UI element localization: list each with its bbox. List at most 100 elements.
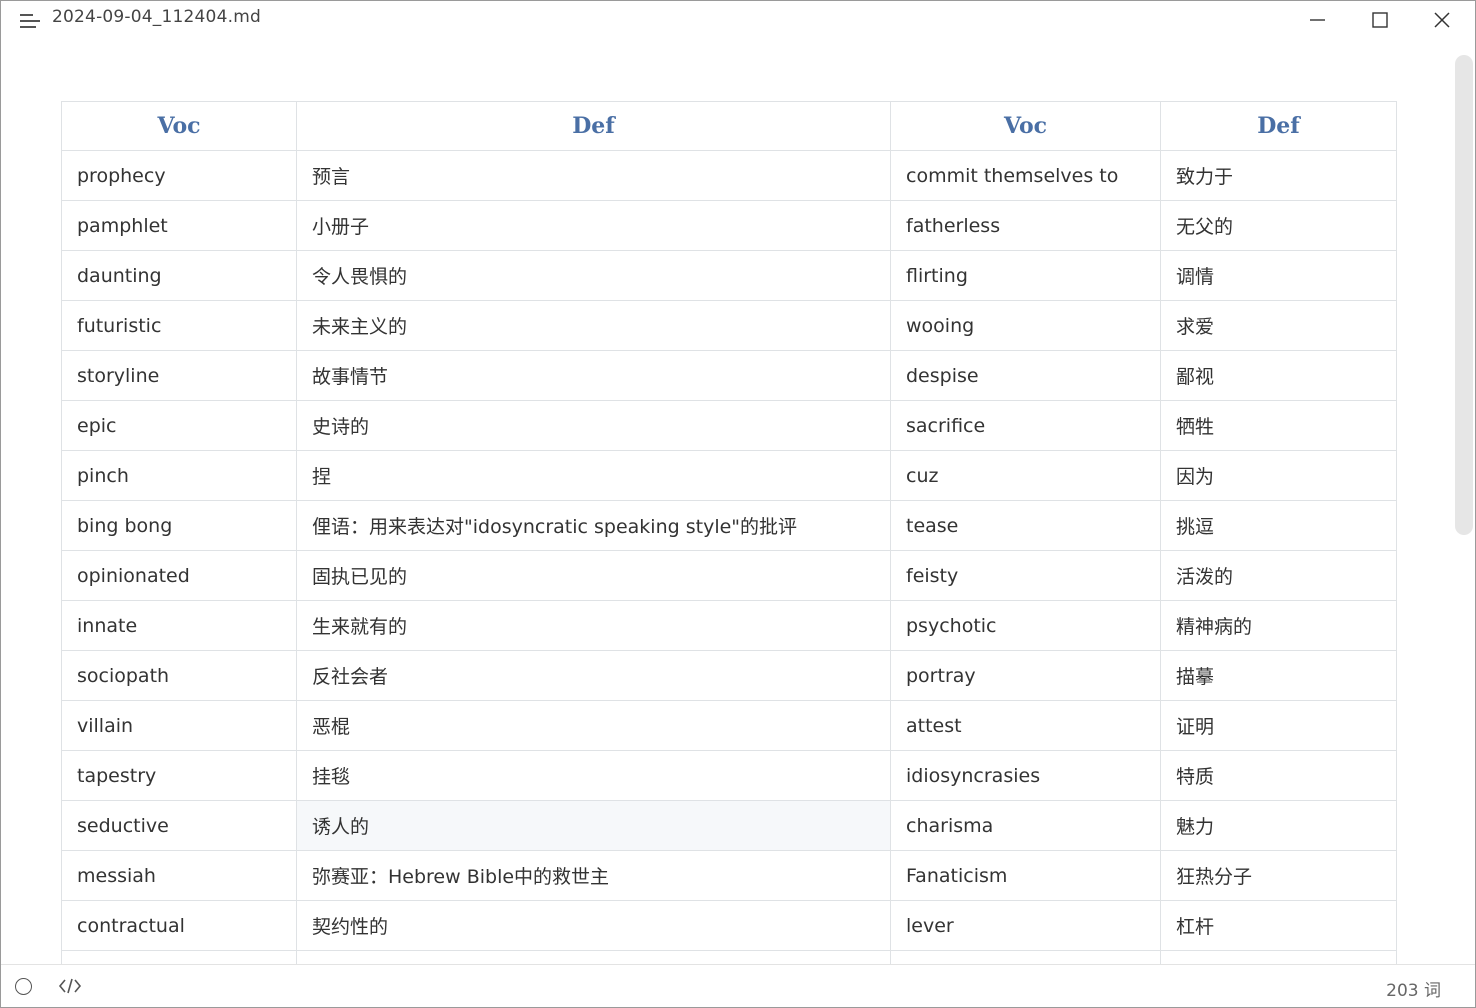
definition-cell[interactable]: 无父的 bbox=[1160, 200, 1397, 251]
vocabulary-cell[interactable]: feisty bbox=[890, 550, 1161, 601]
header-voc[interactable]: Voc bbox=[890, 101, 1161, 151]
vocabulary-cell[interactable]: tease bbox=[890, 500, 1161, 551]
vocabulary-cell[interactable]: villain bbox=[61, 700, 297, 751]
definition-cell[interactable]: 俚语：用来表达对"idosyncratic speaking style"的批评 bbox=[296, 500, 891, 551]
table-row: sociopath 反社会者 portray 描摹 bbox=[61, 650, 1397, 701]
vocabulary-cell[interactable]: storyline bbox=[61, 350, 297, 401]
definition-cell[interactable]: 契约性的 bbox=[296, 900, 891, 951]
definition-cell[interactable]: 捏 bbox=[296, 450, 891, 501]
table-row: pamphlet 小册子 fatherless 无父的 bbox=[61, 200, 1397, 251]
definition-cell[interactable] bbox=[296, 950, 891, 964]
header-def[interactable]: Def bbox=[1160, 101, 1397, 151]
vocabulary-cell[interactable]: tapestry bbox=[61, 750, 297, 801]
vocabulary-cell[interactable]: messiah bbox=[61, 850, 297, 901]
definition-cell[interactable]: 未来主义的 bbox=[296, 300, 891, 351]
vocabulary-cell[interactable] bbox=[890, 950, 1161, 964]
close-icon bbox=[1434, 12, 1450, 28]
vocabulary-cell[interactable]: attest bbox=[890, 700, 1161, 751]
vocabulary-cell[interactable]: commit themselves to bbox=[890, 150, 1161, 201]
vocabulary-cell[interactable]: idiosyncrasies bbox=[890, 750, 1161, 801]
definition-cell[interactable]: 致力于 bbox=[1160, 150, 1397, 201]
vocabulary-cell[interactable]: despise bbox=[890, 350, 1161, 401]
definition-cell[interactable]: 令人畏惧的 bbox=[296, 250, 891, 301]
vocabulary-cell[interactable]: charisma bbox=[890, 800, 1161, 851]
maximize-button[interactable] bbox=[1350, 1, 1410, 39]
header-voc[interactable]: Voc bbox=[61, 101, 297, 151]
vocabulary-cell[interactable]: pinch bbox=[61, 450, 297, 501]
vocabulary-cell[interactable]: Fanaticism bbox=[890, 850, 1161, 901]
minimize-icon bbox=[1310, 19, 1325, 21]
vocabulary-cell[interactable]: contractual bbox=[61, 900, 297, 951]
vocabulary-cell[interactable]: prophecy bbox=[61, 150, 297, 201]
vocabulary-cell[interactable]: fatherless bbox=[890, 200, 1161, 251]
editor-window: 2024-09-04_112404.md Voc Def Voc Def pro… bbox=[0, 0, 1476, 1008]
vocabulary-cell[interactable]: cuz bbox=[890, 450, 1161, 501]
status-bar: 203 词 bbox=[1, 964, 1475, 1007]
close-button[interactable] bbox=[1412, 1, 1472, 39]
vocabulary-cell[interactable]: futuristic bbox=[61, 300, 297, 351]
vocabulary-cell[interactable]: seductive bbox=[61, 800, 297, 851]
table-row: innate 生来就有的 psychotic 精神病的 bbox=[61, 600, 1397, 651]
definition-cell[interactable]: 描摹 bbox=[1160, 650, 1397, 701]
definition-cell[interactable]: 调情 bbox=[1160, 250, 1397, 301]
vocabulary-cell[interactable] bbox=[61, 950, 297, 964]
definition-cell[interactable]: 鄙视 bbox=[1160, 350, 1397, 401]
definition-cell[interactable]: 反社会者 bbox=[296, 650, 891, 701]
vocabulary-cell[interactable]: opinionated bbox=[61, 550, 297, 601]
table-row: tapestry 挂毯 idiosyncrasies 特质 bbox=[61, 750, 1397, 801]
vocabulary-cell[interactable]: lever bbox=[890, 900, 1161, 951]
table-row: prophecy 预言 commit themselves to 致力于 bbox=[61, 150, 1397, 201]
definition-cell[interactable]: 杠杆 bbox=[1160, 900, 1397, 951]
definition-cell[interactable]: 精神病的 bbox=[1160, 600, 1397, 651]
outline-toggle-icon[interactable] bbox=[15, 978, 32, 995]
definition-cell[interactable]: 求爱 bbox=[1160, 300, 1397, 351]
table-row: opinionated 固执已见的 feisty 活泼的 bbox=[61, 550, 1397, 601]
table-row: bing bong 俚语：用来表达对"idosyncratic speaking … bbox=[61, 500, 1397, 551]
vocabulary-cell[interactable]: daunting bbox=[61, 250, 297, 301]
vocabulary-cell[interactable]: flirting bbox=[890, 250, 1161, 301]
vocabulary-cell[interactable]: psychotic bbox=[890, 600, 1161, 651]
table-row bbox=[61, 950, 1397, 964]
table-row: epic 史诗的 sacrifice 牺牲 bbox=[61, 400, 1397, 451]
definition-cell[interactable]: 牺牲 bbox=[1160, 400, 1397, 451]
definition-cell[interactable]: 挂毯 bbox=[296, 750, 891, 801]
definition-cell[interactable]: 魅力 bbox=[1160, 800, 1397, 851]
vocabulary-cell[interactable]: sociopath bbox=[61, 650, 297, 701]
definition-cell[interactable]: 因为 bbox=[1160, 450, 1397, 501]
definition-cell[interactable]: 诱人的 bbox=[296, 800, 891, 851]
source-code-icon[interactable] bbox=[58, 976, 82, 996]
table-row: daunting 令人畏惧的 flirting 调情 bbox=[61, 250, 1397, 301]
table-row: seductive 诱人的 charisma 魅力 bbox=[61, 800, 1397, 851]
definition-cell[interactable]: 恶棍 bbox=[296, 700, 891, 751]
definition-cell[interactable]: 特质 bbox=[1160, 750, 1397, 801]
vocabulary-cell[interactable]: innate bbox=[61, 600, 297, 651]
menu-icon[interactable] bbox=[20, 11, 42, 29]
definition-cell[interactable]: 固执已见的 bbox=[296, 550, 891, 601]
vertical-scrollbar-thumb[interactable] bbox=[1455, 55, 1473, 535]
header-def[interactable]: Def bbox=[296, 101, 891, 151]
definition-cell[interactable]: 狂热分子 bbox=[1160, 850, 1397, 901]
definition-cell[interactable]: 活泼的 bbox=[1160, 550, 1397, 601]
definition-cell[interactable]: 生来就有的 bbox=[296, 600, 891, 651]
vocabulary-table: Voc Def Voc Def prophecy 预言 commit themsel… bbox=[61, 101, 1397, 964]
vocabulary-cell[interactable]: sacrifice bbox=[890, 400, 1161, 451]
word-count: 203 词 bbox=[1386, 981, 1441, 1001]
table-row: villain 恶棍 attest 证明 bbox=[61, 700, 1397, 751]
definition-cell[interactable]: 预言 bbox=[296, 150, 891, 201]
editor-content[interactable]: Voc Def Voc Def prophecy 预言 commit themsel… bbox=[1, 39, 1475, 964]
vocabulary-cell[interactable]: epic bbox=[61, 400, 297, 451]
definition-cell[interactable] bbox=[1160, 950, 1397, 964]
vocabulary-cell[interactable]: bing bong bbox=[61, 500, 297, 551]
vocabulary-cell[interactable]: wooing bbox=[890, 300, 1161, 351]
definition-cell[interactable]: 故事情节 bbox=[296, 350, 891, 401]
definition-cell[interactable]: 证明 bbox=[1160, 700, 1397, 751]
table-body: prophecy 预言 commit themselves to 致力于 pamphle… bbox=[61, 150, 1397, 964]
window-title: 2024-09-04_112404.md bbox=[52, 7, 261, 27]
definition-cell[interactable]: 史诗的 bbox=[296, 400, 891, 451]
definition-cell[interactable]: 弥赛亚：Hebrew Bible中的救世主 bbox=[296, 850, 891, 901]
vocabulary-cell[interactable]: portray bbox=[890, 650, 1161, 701]
minimize-button[interactable] bbox=[1288, 1, 1348, 39]
definition-cell[interactable]: 小册子 bbox=[296, 200, 891, 251]
vocabulary-cell[interactable]: pamphlet bbox=[61, 200, 297, 251]
definition-cell[interactable]: 挑逗 bbox=[1160, 500, 1397, 551]
